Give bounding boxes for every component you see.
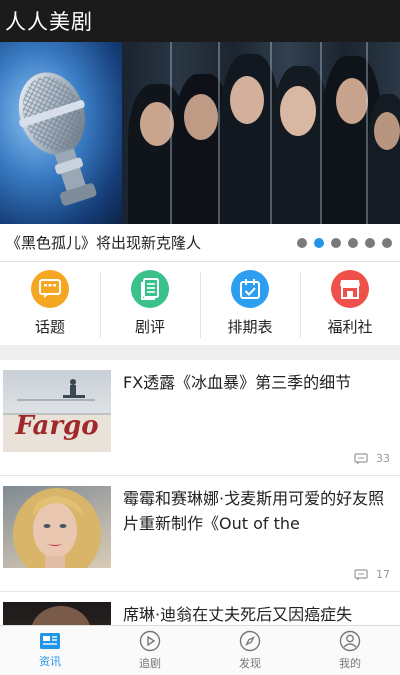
banner-glass-line [218,42,220,224]
tab-label: 追剧 [139,657,161,670]
comment-icon [354,568,368,580]
news-comments: 17 [354,568,390,581]
section-separator [0,346,400,360]
chat-icon [39,279,61,298]
banner-glass-line [366,42,368,224]
banner-face [184,94,218,140]
topic-icon-circle [31,270,69,308]
news-thumbnail-fargo: Fargo [3,370,111,452]
category-topic-button[interactable]: 话题 [0,270,100,337]
news-item[interactable]: Fargo FX透露《冰血暴》第三季的细节 33 [0,360,400,476]
news-title: FX透露《冰血暴》第三季的细节 [123,373,352,392]
fargo-logo-text: Fargo [14,411,98,441]
banner-glass-line [270,42,272,224]
user-icon [339,630,361,652]
news-body: FX透露《冰血暴》第三季的细节 [111,370,392,475]
category-review-button[interactable]: 剧评 [100,270,200,338]
fargo-logo-graphic: Fargo [3,379,111,452]
news-item[interactable]: 霉霉和赛琳娜·戈麦斯用可爱的好友照片重新制作《Out of the 17 [0,476,400,592]
tab-follow[interactable]: 追剧 [100,626,200,675]
banner-face [336,78,368,124]
play-icon [139,630,161,652]
category-label: 排期表 [227,318,273,336]
portrait-graphic [13,488,101,568]
news-title: 霉霉和赛琳娜·戈麦斯用可爱的好友照片重新制作《Out of the [123,489,385,533]
app-titlebar: 人人美剧 [0,0,400,42]
carousel-dot[interactable] [314,237,324,248]
comment-count: 33 [376,452,390,465]
microphone-icon [18,72,97,206]
category-label: 话题 [34,318,65,336]
category-grid: 话题 剧评 排期表 福利社 [0,262,400,346]
banner-glass-line [170,42,172,224]
category-welfare-button[interactable]: 福利社 [300,270,400,338]
tab-label: 资讯 [39,655,61,668]
news-body: 霉霉和赛琳娜·戈麦斯用可爱的好友照片重新制作《Out of the [111,486,392,591]
banner-face [280,86,316,136]
tab-discover[interactable]: 发现 [200,626,300,675]
tab-label: 发现 [239,657,261,670]
comment-icon [354,452,368,464]
carousel-dot[interactable] [348,237,358,248]
document-icon [141,278,159,300]
comment-count: 17 [376,568,390,581]
news-comments: 33 [354,452,390,465]
banner-image-cast [122,42,400,224]
carousel-indicator[interactable] [297,237,392,248]
schedule-icon-circle [231,270,269,308]
carousel-dot[interactable] [297,237,307,248]
carousel-dot[interactable] [365,237,375,248]
tab-news[interactable]: 资讯 [0,626,100,675]
banner-caption: 《黑色孤儿》将出现新克隆人 [6,234,202,252]
banner-carousel[interactable] [0,42,400,224]
banner-glass-line [320,42,322,224]
app-title: 人人美剧 [5,10,93,34]
banner-image-microphone [0,42,122,224]
banner-face [230,76,264,124]
review-icon-circle [131,270,169,308]
banner-caption-bar[interactable]: 《黑色孤儿》将出现新克隆人 [0,224,400,262]
carousel-dot[interactable] [331,237,341,248]
category-schedule-button[interactable]: 排期表 [200,270,300,338]
app-root: 人人美剧 《黑色孤儿》将出现新克隆人 话题 剧评 排期表 福利社 Fargo F… [0,0,400,675]
category-label: 剧评 [134,318,165,336]
carousel-dot[interactable] [382,237,392,248]
category-label: 福利社 [327,318,373,336]
news-icon [40,633,60,649]
shop-icon [340,280,360,299]
compass-icon [239,630,261,652]
banner-face [374,112,400,150]
tab-label: 我的 [339,657,361,670]
news-title: 席琳·迪翁在丈夫死后又因癌症失 [123,605,353,624]
welfare-icon-circle [331,270,369,308]
banner-face [140,102,174,146]
calendar-check-icon [240,279,260,299]
news-thumbnail-portrait [3,486,111,568]
tab-profile[interactable]: 我的 [300,626,400,675]
bottom-tab-bar: 资讯 追剧 发现 我的 [0,625,400,675]
